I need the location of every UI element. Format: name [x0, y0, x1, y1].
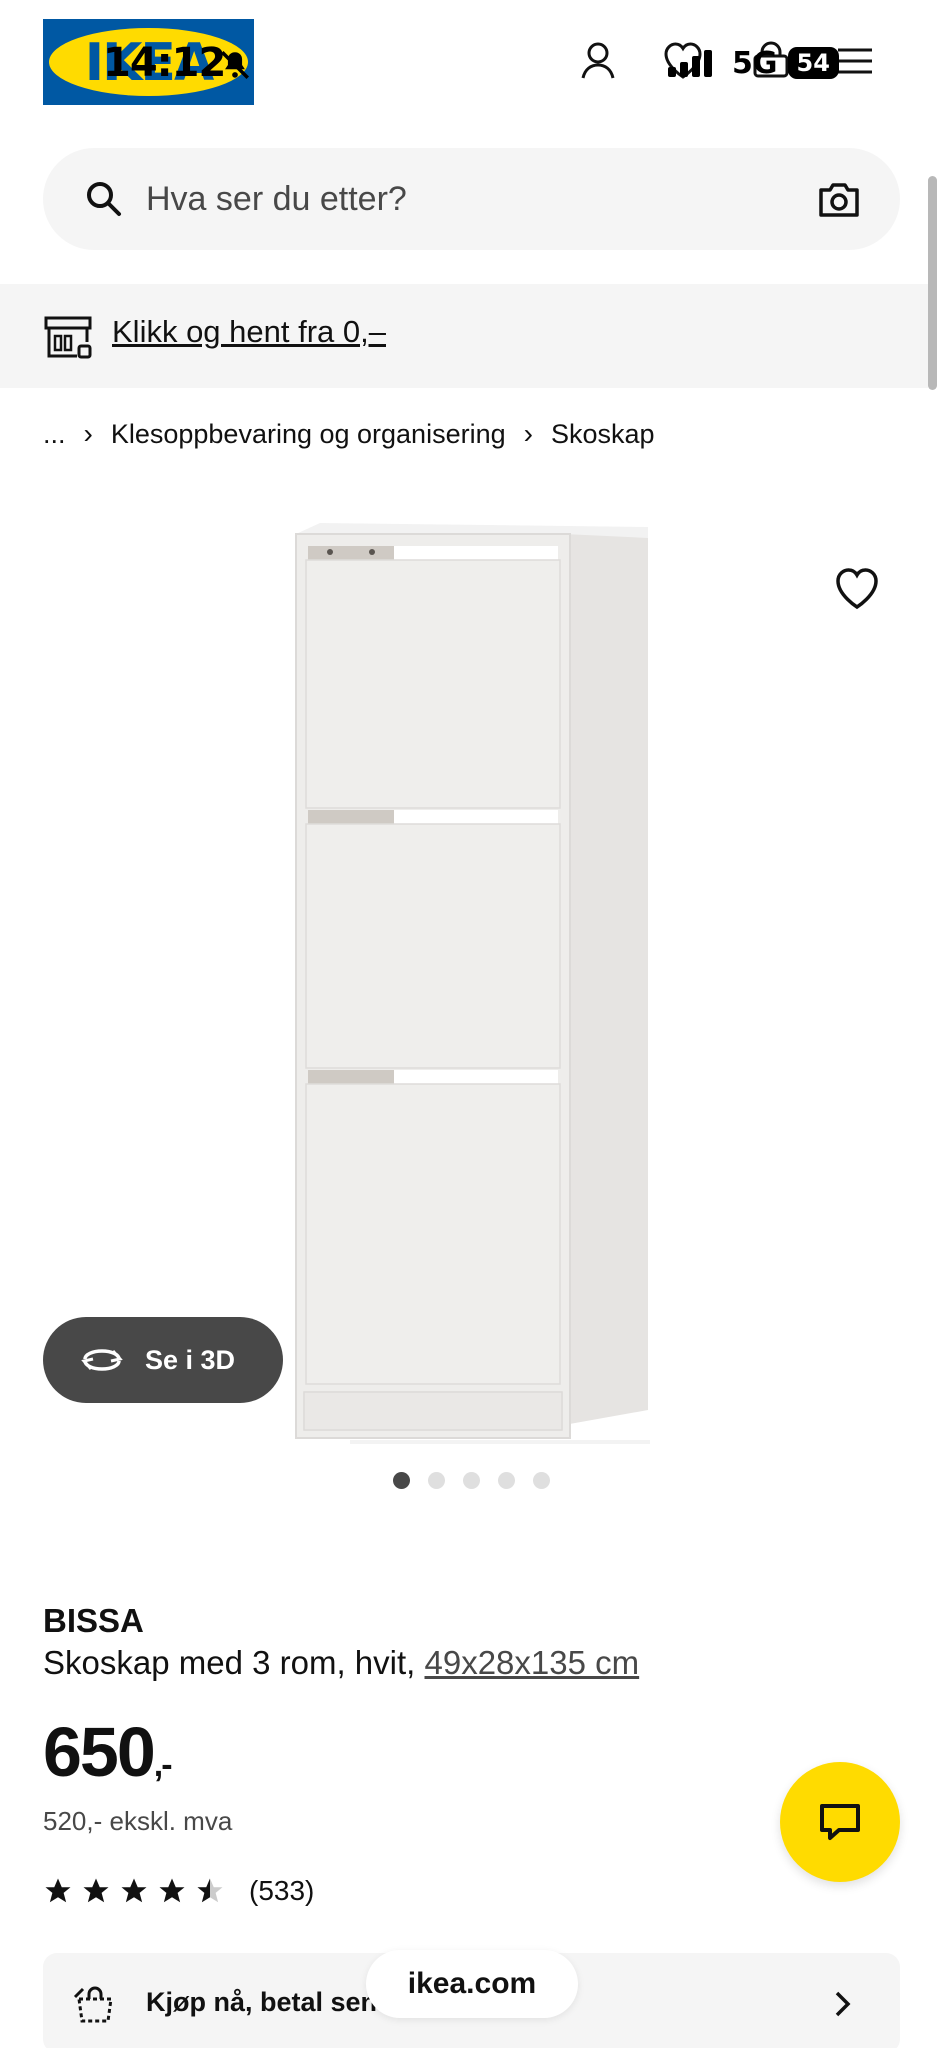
price-suffix: ,- [153, 1746, 173, 1784]
breadcrumb-ellipsis[interactable]: ... [43, 419, 66, 450]
bell-off-icon [220, 50, 250, 80]
click-collect-banner: Klikk og hent fra 0,– [0, 284, 928, 388]
product-description-text: Skoskap med 3 rom, hvit, [43, 1644, 416, 1681]
chevron-right-icon [835, 1991, 851, 2017]
signal-icon [668, 49, 712, 77]
network-type: 5G [732, 45, 778, 81]
star-half-icon [197, 1878, 223, 1903]
product-rating[interactable]: (533) [43, 1875, 314, 1907]
gallery-dot[interactable] [463, 1472, 480, 1489]
status-time: 14:12 [103, 40, 226, 86]
star-icon [45, 1878, 71, 1903]
star-icon [121, 1878, 147, 1903]
search-input[interactable] [146, 168, 826, 230]
product-image[interactable] [290, 520, 660, 1450]
product-dimensions-link[interactable]: 49x28x135 cm [425, 1644, 640, 1681]
search-icon[interactable] [83, 178, 125, 220]
breadcrumb: ... › Klesoppbevaring og organisering › … [43, 414, 655, 454]
scrollbar[interactable] [928, 176, 937, 390]
gallery-dot[interactable] [428, 1472, 445, 1489]
battery-level: 54 [787, 47, 839, 79]
view-3d-label: Se i 3D [145, 1344, 236, 1375]
product-description: Skoskap med 3 rom, hvit, 49x28x135 cm [43, 1644, 639, 1682]
breadcrumb-item-skoskap[interactable]: Skoskap [551, 419, 655, 450]
chat-button[interactable] [780, 1762, 900, 1882]
shopping-bag-dotted-icon [73, 1986, 113, 2023]
star-icon [83, 1878, 109, 1903]
gallery-pagination [393, 1472, 550, 1489]
rotate-3d-icon [81, 1349, 123, 1371]
store-icon [44, 316, 92, 359]
gallery-dot[interactable] [393, 1472, 410, 1489]
price-ex-vat: 520,- ekskl. mva [43, 1806, 233, 1836]
chevron-right-icon: › [83, 418, 93, 449]
star-icon [159, 1878, 185, 1903]
gallery-dot[interactable] [533, 1472, 550, 1489]
person-icon[interactable] [575, 38, 621, 84]
search-bar [43, 148, 900, 250]
product-price: 650,- [43, 1712, 173, 1792]
product-name: BISSA [43, 1602, 144, 1639]
review-count: (533) [249, 1875, 315, 1906]
chat-icon [820, 1804, 860, 1840]
camera-icon[interactable] [817, 178, 861, 220]
click-collect-link[interactable]: Klikk og hent fra 0,– [112, 314, 386, 350]
view-3d-button[interactable]: Se i 3D [43, 1317, 283, 1403]
status-indicators: 5G 54 [668, 40, 839, 86]
breadcrumb-item-klesoppbevaring[interactable]: Klesoppbevaring og organisering [111, 419, 506, 450]
browser-url-pill[interactable]: ikea.com [366, 1950, 578, 2018]
chevron-right-icon: › [523, 418, 533, 449]
header: IKEA 14:12 5G 54 [0, 0, 943, 130]
gallery-dot[interactable] [498, 1472, 515, 1489]
price-value: 650 [43, 1713, 156, 1791]
favorite-heart-icon[interactable] [830, 562, 884, 616]
